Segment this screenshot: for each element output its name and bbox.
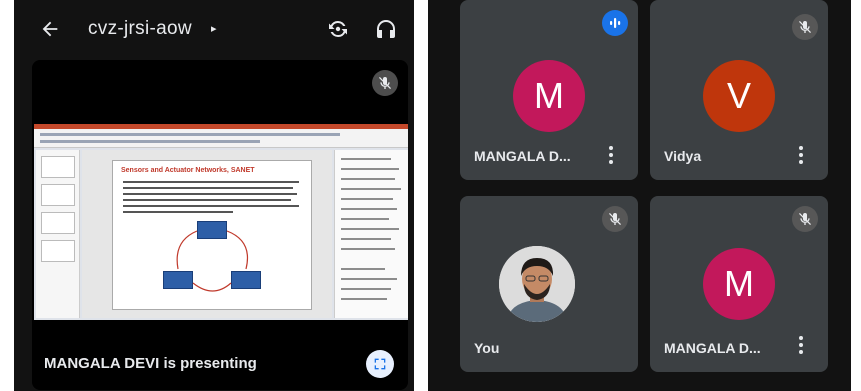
participants-grid: M MANGALA D... V Vidya You M MANGALA D..… xyxy=(428,0,851,391)
participant-menu-button[interactable] xyxy=(796,336,806,354)
presentation-tile[interactable]: Sensors and Actuator Networks, SANET MAN… xyxy=(32,60,408,390)
mic-off-icon xyxy=(609,213,621,225)
headphones-icon xyxy=(377,20,395,38)
switch-camera-icon xyxy=(329,20,347,38)
mic-off-icon xyxy=(799,213,811,225)
fullscreen-icon xyxy=(374,358,386,370)
participant-tile[interactable]: M MANGALA D... xyxy=(460,0,638,180)
meeting-code[interactable]: cvz-jrsi-aow xyxy=(88,18,192,40)
participant-tile-self[interactable]: You xyxy=(460,196,638,372)
switch-camera-button[interactable] xyxy=(326,17,350,41)
audio-level-icon xyxy=(610,18,621,28)
avatar: M xyxy=(703,248,775,320)
top-bar: cvz-jrsi-aow ▸ xyxy=(14,0,414,58)
side-panel xyxy=(334,150,408,318)
back-button[interactable] xyxy=(38,17,62,41)
avatar: V xyxy=(703,60,775,132)
arrow-left-icon xyxy=(42,21,58,37)
participant-name: MANGALA D... xyxy=(664,340,761,356)
speaking-indicator xyxy=(602,10,628,36)
presenter-mute-indicator xyxy=(372,70,398,96)
participant-menu-button[interactable] xyxy=(796,146,806,164)
participant-name: MANGALA D... xyxy=(474,148,571,164)
participant-tile[interactable]: V Vidya xyxy=(650,0,828,180)
participant-name: Vidya xyxy=(664,148,702,164)
participant-name: You xyxy=(474,340,500,356)
participant-tile[interactable]: M MANGALA D... xyxy=(650,196,828,372)
mic-off-icon xyxy=(379,77,391,89)
more-vert-icon xyxy=(799,336,803,340)
mute-indicator xyxy=(792,14,818,40)
diagram-arrows xyxy=(176,230,249,292)
mic-off-icon xyxy=(799,21,811,33)
more-vert-icon xyxy=(609,146,613,150)
self-photo-avatar xyxy=(499,246,575,322)
presentation-pane: cvz-jrsi-aow ▸ Sensors and Actuator Netw… xyxy=(14,0,414,391)
slide: Sensors and Actuator Networks, SANET xyxy=(112,160,312,310)
presenting-label: MANGALA DEVI is presenting xyxy=(44,355,257,372)
meeting-info-caret-icon[interactable]: ▸ xyxy=(211,22,217,35)
fullscreen-button[interactable] xyxy=(366,350,394,378)
mute-indicator xyxy=(792,206,818,232)
slide-thumbnails xyxy=(36,150,80,318)
participant-menu-button[interactable] xyxy=(606,146,616,164)
shared-screen: Sensors and Actuator Networks, SANET xyxy=(34,124,408,320)
avatar: M xyxy=(513,60,585,132)
mute-indicator xyxy=(602,206,628,232)
more-vert-icon xyxy=(799,146,803,150)
audio-output-button[interactable] xyxy=(374,17,398,41)
person-photo xyxy=(499,246,575,322)
ribbon xyxy=(34,124,408,148)
